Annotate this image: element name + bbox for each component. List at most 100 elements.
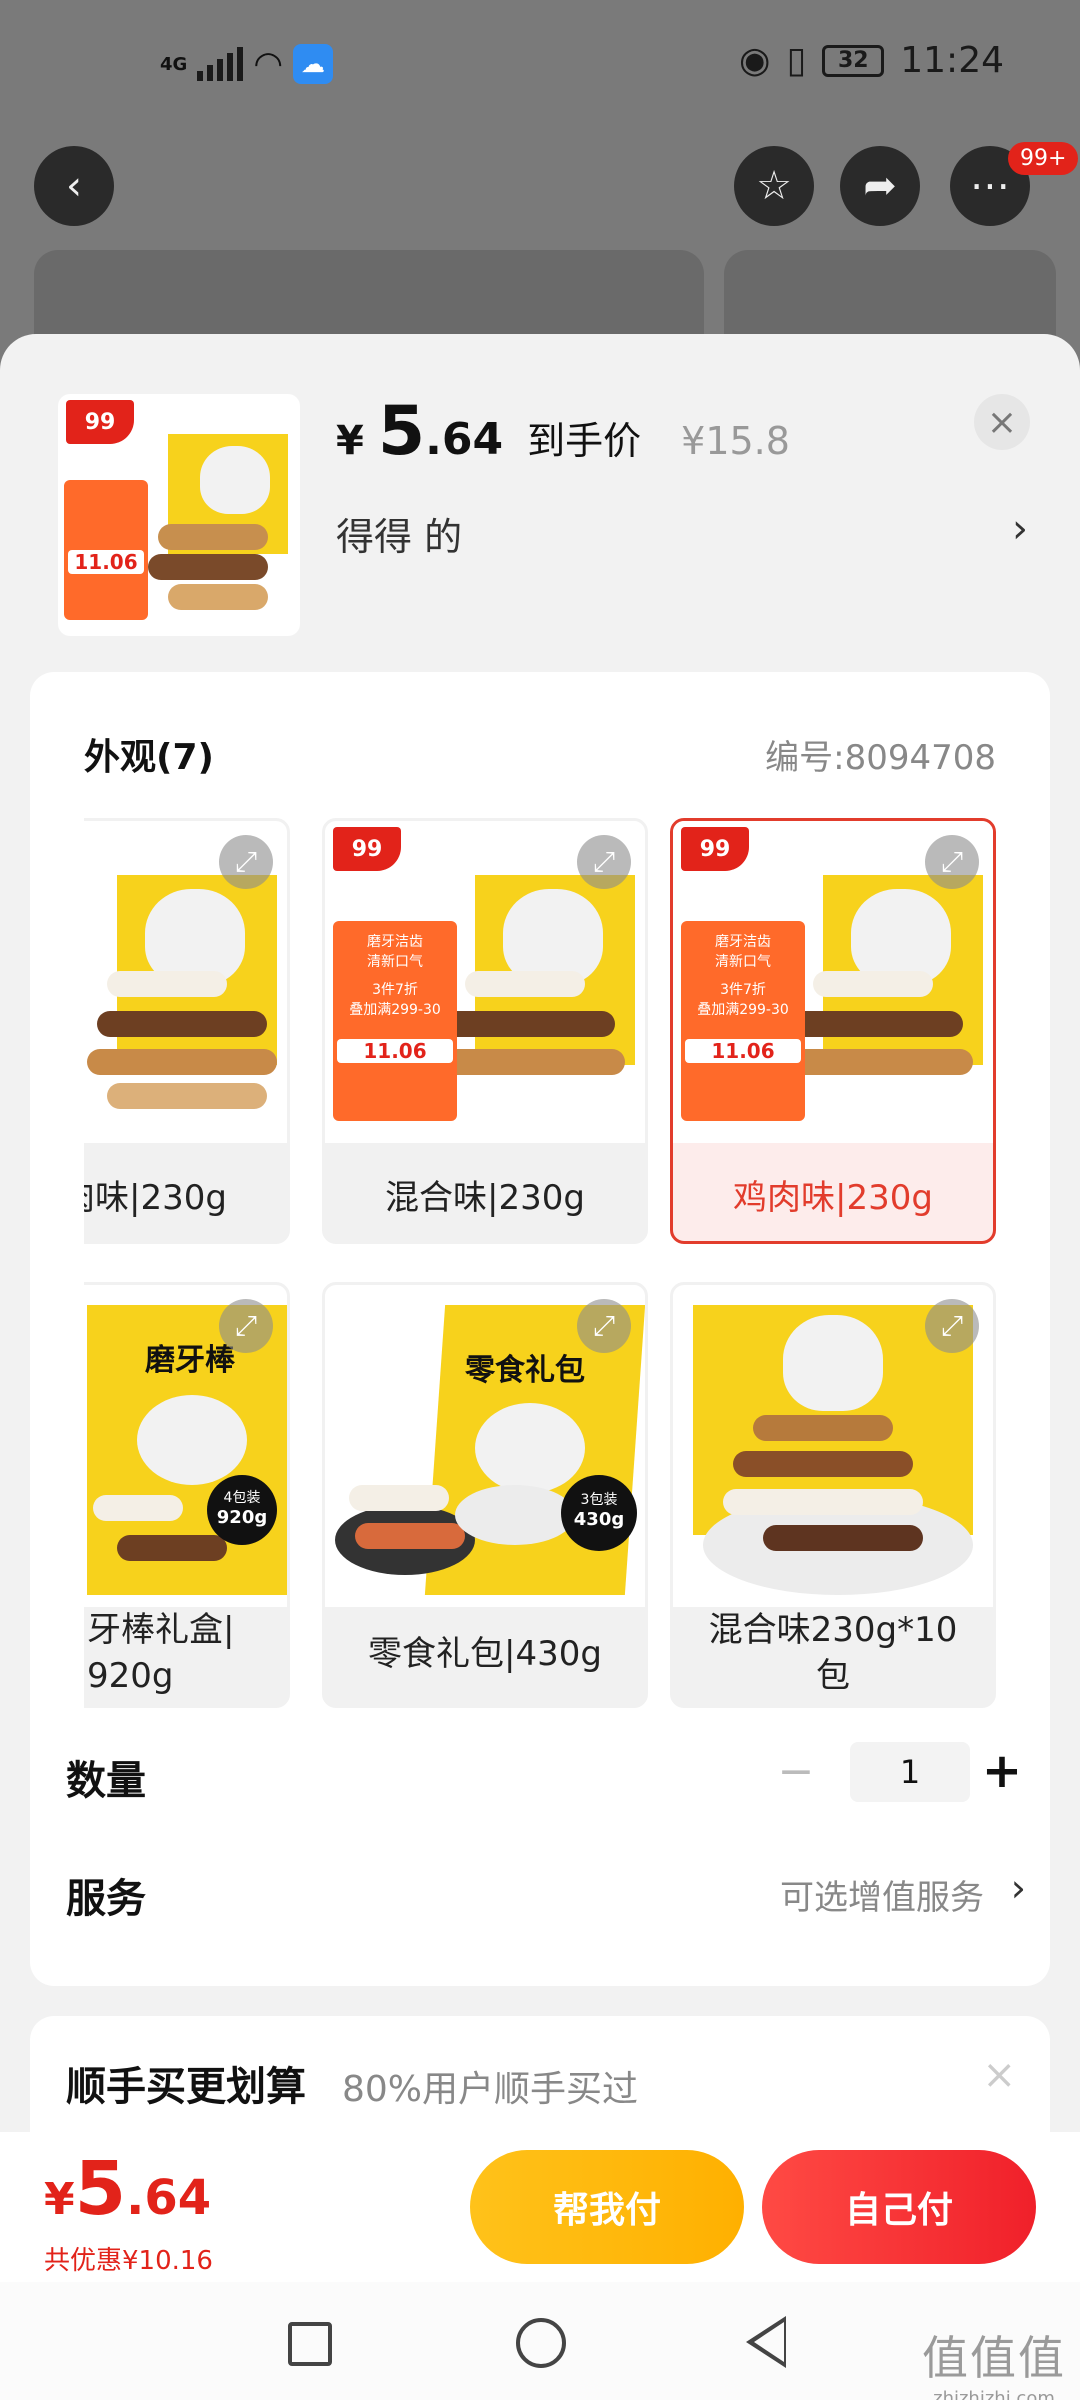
system-nav-bar: [0, 2282, 1080, 2400]
variant-option[interactable]: ⤢ 肉味|230g: [84, 818, 290, 1244]
bone: [87, 1049, 277, 1075]
pack-badge: 3包装 430g: [561, 1475, 637, 1551]
appearance-title: 外观(7): [84, 737, 214, 778]
message-badge: 99+: [1008, 142, 1079, 175]
quantity-row: 数量 − 1 +: [66, 1734, 1026, 1814]
price-symbol: ¥: [336, 418, 364, 464]
close-icon[interactable]: ×: [982, 2052, 1016, 2098]
expand-icon[interactable]: ⤢: [219, 1299, 273, 1353]
combo-subtitle: 80%用户顺手买过: [342, 2069, 639, 2110]
vibrate-icon: ▯: [786, 40, 807, 81]
bone: [117, 1535, 227, 1561]
expand-icon[interactable]: ⤢: [577, 835, 631, 889]
promo-tag: 3件7折: [372, 982, 418, 998]
self-pay-button[interactable]: 自己付: [762, 2150, 1036, 2264]
expand-icon[interactable]: ⤢: [925, 835, 979, 889]
expand-icon[interactable]: ⤢: [219, 835, 273, 889]
bag-title: 磨牙棒: [145, 1343, 235, 1378]
promo-line: 磨牙洁齿: [715, 934, 771, 950]
promo-banner: 磨牙洁齿 清新口气 3件7折 叠加满299-30 11.06: [681, 921, 805, 1121]
expand-icon[interactable]: ⤢: [577, 1299, 631, 1353]
product-thumbnail[interactable]: 11.06 99: [58, 394, 300, 636]
promo-banner: 11.06: [64, 480, 148, 620]
back-icon[interactable]: ‹: [34, 146, 114, 226]
variant-option[interactable]: 磨牙棒 4包装 920g ⤢ 牙棒礼盒| 920g: [84, 1282, 290, 1708]
pack-count: 3包装: [580, 1492, 618, 1508]
saving-text: 共优惠¥10.16: [44, 2246, 213, 2276]
home-icon[interactable]: [516, 2318, 566, 2368]
sheet-header: 11.06 99 ¥ 5 .64 到手价 ¥15.8 × 得得 的 ›: [0, 334, 1080, 654]
quantity-input[interactable]: 1: [850, 1742, 970, 1802]
chevron-right-icon[interactable]: ›: [1012, 506, 1028, 552]
minus-button[interactable]: −: [766, 1742, 826, 1802]
jd-tag: 99: [333, 827, 401, 871]
bone: [783, 1011, 963, 1037]
watermark-url: zhizhizhi.com: [933, 2388, 1055, 2400]
variant-option[interactable]: 磨牙洁齿 清新口气 3件7折 叠加满299-30 11.06 99 ⤢ 混合味|…: [322, 818, 648, 1244]
variant-label: 混合味|230g: [385, 1178, 585, 1218]
battery-icon: 32: [822, 44, 885, 77]
recents-icon[interactable]: [288, 2322, 332, 2366]
plate: [455, 1485, 575, 1545]
pack-badge: 4包装 920g: [207, 1475, 277, 1545]
dog-face: [783, 1315, 883, 1411]
variant-label: 鸡肉味|230g: [733, 1178, 933, 1218]
total-decimal: .64: [126, 2170, 212, 2226]
wifi-icon: ◠: [253, 44, 283, 84]
bone: [168, 584, 268, 610]
price-integer: 5: [377, 392, 426, 471]
share-icon[interactable]: ➦: [840, 146, 920, 226]
status-left: 4G ◠ ☁: [160, 44, 333, 84]
pack-weight: 430g: [573, 1509, 625, 1530]
checkout-bar: ¥5.64 共优惠¥10.16 帮我付 自己付: [0, 2132, 1080, 2282]
mascot-face: [475, 1403, 585, 1493]
close-button[interactable]: ×: [974, 394, 1030, 450]
bone: [107, 1083, 267, 1109]
expand-icon[interactable]: ⤢: [925, 1299, 979, 1353]
pack-weight: 920g: [216, 1507, 268, 1528]
combo-title: 顺手买更划算: [66, 2064, 306, 2110]
signal-icon: [197, 47, 244, 81]
variant-label-line: 包: [816, 1656, 850, 1696]
service-label: 服务: [66, 1876, 146, 1922]
watermark-logo: 值值值: [922, 2331, 1066, 2385]
bone: [733, 1451, 913, 1477]
options-card: 外观(7) 编号:8094708 ⤢ 肉味|230g: [30, 672, 1050, 1986]
help-pay-button[interactable]: 帮我付: [470, 2150, 744, 2264]
watermark: 值值值 zhizhizhi.com: [922, 2322, 1066, 2400]
price-line: ¥ 5 .64 到手价 ¥15.8: [336, 392, 790, 471]
promo-price: 11.06: [685, 1039, 801, 1063]
promo-tag: 3件7折: [720, 982, 766, 998]
plus-button[interactable]: +: [972, 1742, 1032, 1802]
variant-option[interactable]: ⤢ 混合味230g*10 包: [670, 1282, 996, 1708]
star-icon[interactable]: ☆: [734, 146, 814, 226]
bone: [753, 1415, 893, 1441]
quantity-label: 数量: [66, 1758, 146, 1804]
network-type: 4G: [160, 53, 188, 75]
dog-face: [200, 446, 270, 514]
bone: [93, 1495, 183, 1521]
sku-sheet: 11.06 99 ¥ 5 .64 到手价 ¥15.8 × 得得 的 › 外观(7…: [0, 334, 1080, 2300]
service-row[interactable]: 服务 可选增值服务 ›: [66, 1856, 1026, 1936]
sku-number: 编号:8094708: [765, 738, 996, 778]
bone: [355, 1523, 465, 1549]
promo-line: 清新口气: [715, 954, 771, 970]
variant-option[interactable]: 零食礼包 3包装 430g ⤢ 零食礼包|430g: [322, 1282, 648, 1708]
variant-label-line: 920g: [87, 1656, 174, 1696]
variant-label: 牙棒礼盒| 920g: [84, 1607, 287, 1699]
mascot-face: [137, 1395, 247, 1485]
chevron-right-icon: ›: [1010, 1866, 1026, 1910]
price-tag: 到手价: [527, 419, 642, 463]
jd-tag: 99: [66, 400, 134, 444]
selected-spec[interactable]: 得得 的: [336, 506, 462, 561]
promo-banner: 磨牙洁齿 清新口气 3件7折 叠加满299-30 11.06: [333, 921, 457, 1121]
total-integer: 5: [74, 2146, 127, 2232]
variant-option-selected[interactable]: 磨牙洁齿 清新口气 3件7折 叠加满299-30 11.06 99 ⤢ 鸡肉味|…: [670, 818, 996, 1244]
service-value: 可选增值服务: [780, 1878, 984, 1918]
variant-label: 混合味230g*10 包: [673, 1607, 993, 1699]
bone: [148, 554, 268, 580]
bone: [723, 1489, 923, 1515]
original-price: ¥15.8: [681, 419, 790, 463]
status-right: ◉ ▯ 32 11:24: [739, 40, 1004, 81]
variant-label-line: 牙棒礼盒|: [87, 1610, 235, 1650]
